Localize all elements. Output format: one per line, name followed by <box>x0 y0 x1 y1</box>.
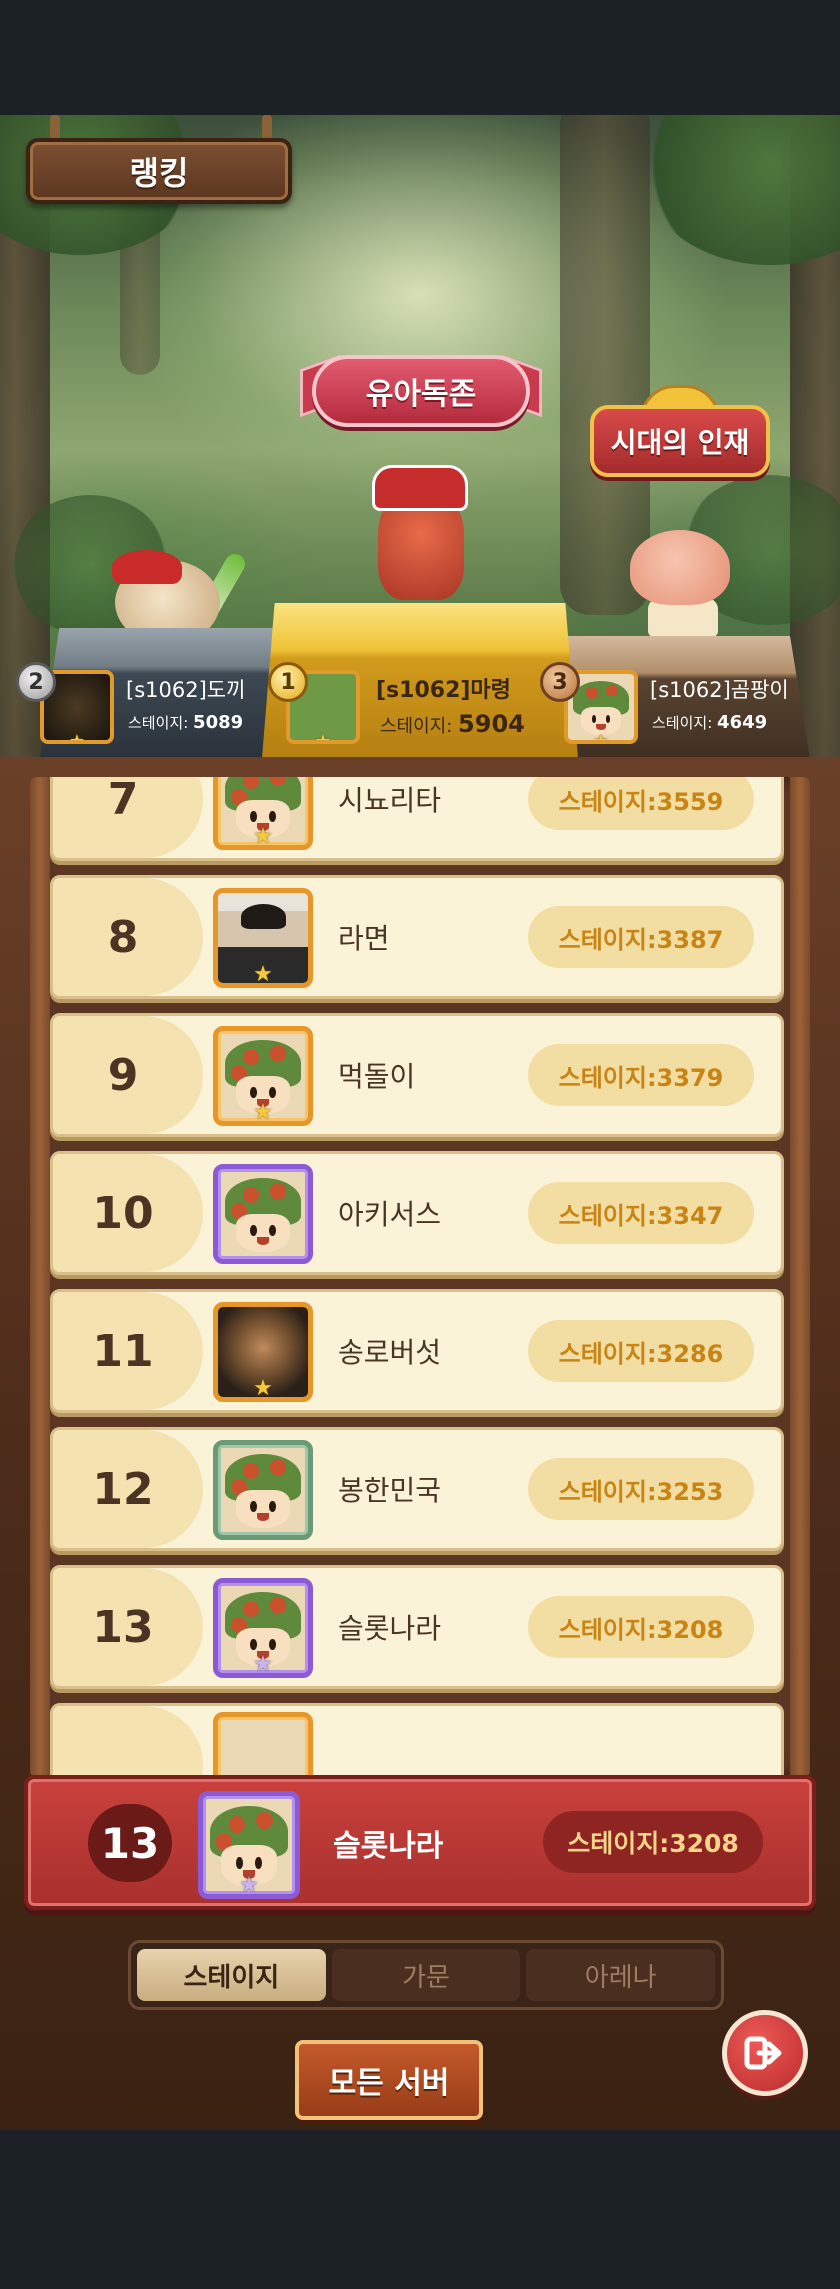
ranking-list-viewport[interactable]: 7 ★ 시뇨리타 스테이지:3559 8 ★ 라면 스테이지:3387 9 ★ … <box>30 777 810 1777</box>
row-name: 봉한민국 <box>338 1474 442 1507</box>
all-server-button[interactable]: 모든 서버 <box>295 2040 483 2120</box>
character-rank3 <box>630 530 730 605</box>
row-avatar: ★ <box>213 1026 313 1126</box>
star-icon: ★ <box>314 731 332 744</box>
podium-name-3rd: [s1062]곰팡이 <box>650 678 789 702</box>
top-rank-banner-text: 유아독존 <box>365 377 477 412</box>
title-plank: 랭킹 <box>26 138 292 204</box>
podium-stage-label-3rd: 스테이지: <box>652 714 713 732</box>
star-icon: ★ <box>592 731 610 744</box>
podium-plate-3rd[interactable]: 3 ★ [s1062]곰팡이 스테이지: 4649 <box>540 662 820 752</box>
ranking-row[interactable]: 8 ★ 라면 스테이지:3387 <box>50 875 784 999</box>
podium-stage-value-1st: 5904 <box>458 710 525 738</box>
ranking-row[interactable]: 9 ★ 먹돌이 스테이지:3379 <box>50 1013 784 1137</box>
era-talent-banner-text: 시대의 인재 <box>610 426 750 459</box>
row-stage: 스테이지:3559 <box>528 777 754 830</box>
status-bar-area <box>0 0 840 115</box>
star-icon: ★ <box>253 1652 273 1677</box>
row-name: 라면 <box>338 922 390 955</box>
row-avatar: ★ <box>213 1302 313 1402</box>
ranking-row[interactable]: 13 ★ 슬롯나라 스테이지:3208 <box>50 1565 784 1689</box>
podium-plate-1st[interactable]: 1 ★ [s1062]마령 스테이지: 5904 <box>262 662 578 752</box>
star-icon: ★ <box>253 1100 273 1125</box>
podium-plate-2nd[interactable]: 2 ★ [s1062]도끼 스테이지: 5089 <box>16 662 276 752</box>
my-rank: 13 <box>88 1804 172 1882</box>
star-icon: ★ <box>253 962 273 987</box>
row-name: 슬롯나라 <box>338 1612 442 1645</box>
my-rank-row[interactable]: 13 ★ 슬롯나라 스테이지:3208 <box>24 1775 816 1910</box>
my-avatar: ★ <box>198 1791 300 1899</box>
mushroom-icon <box>218 1169 308 1259</box>
row-name: 송로버섯 <box>338 1336 442 1369</box>
rank-badge-1: 1 <box>268 662 308 702</box>
row-rank: 12 <box>92 1463 154 1515</box>
mushroom-icon <box>218 1445 308 1535</box>
santa-hat-icon <box>112 550 182 584</box>
star-icon: ★ <box>253 824 273 849</box>
star-icon: ★ <box>239 1873 259 1898</box>
podium-stage-1st: 스테이지: 5904 <box>380 710 525 738</box>
tab-stage[interactable]: 스테이지 <box>137 1949 326 2001</box>
era-talent-banner: 시대의 인재 <box>590 405 770 477</box>
row-stage: 스테이지:3208 <box>528 1596 754 1658</box>
row-stage: 스테이지:3347 <box>528 1182 754 1244</box>
row-name: 먹돌이 <box>338 1060 416 1093</box>
podium-stage-value-3rd: 4649 <box>717 712 768 733</box>
ranking-frame: 7 ★ 시뇨리타 스테이지:3559 8 ★ 라면 스테이지:3387 9 ★ … <box>0 757 840 2130</box>
row-name: 시뇨리타 <box>338 784 442 817</box>
ranking-row[interactable]: 10 아키서스 스테이지:3347 <box>50 1151 784 1275</box>
podium-stage-3rd: 스테이지: 4649 <box>652 712 767 733</box>
rank-badge-2: 2 <box>16 662 56 702</box>
row-avatar <box>213 1712 313 1777</box>
row-rank: 8 <box>107 911 139 963</box>
row-avatar <box>213 1164 313 1264</box>
row-stage: 스테이지:3286 <box>528 1320 754 1382</box>
tab-arena[interactable]: 아레나 <box>526 1949 716 2001</box>
ranking-row[interactable]: 7 ★ 시뇨리타 스테이지:3559 <box>50 777 784 861</box>
page-title: 랭킹 <box>129 154 189 192</box>
row-stage: 스테이지:3387 <box>528 906 754 968</box>
row-rank: 13 <box>92 1601 154 1653</box>
row-avatar <box>213 1440 313 1540</box>
tab-family[interactable]: 가문 <box>331 1949 521 2001</box>
podium-stage-value-2nd: 5089 <box>193 712 244 733</box>
row-stage: 스테이지:3379 <box>528 1044 754 1106</box>
ranking-tabs: 스테이지 가문 아레나 <box>128 1940 724 2010</box>
row-avatar: ★ <box>213 777 313 850</box>
exit-icon <box>744 2036 782 2070</box>
podium-name-2nd: [s1062]도끼 <box>126 678 246 702</box>
ranking-row[interactable]: 12 봉한민국 스테이지:3253 <box>50 1427 784 1551</box>
podium-name-1st: [s1062]마령 <box>376 678 511 703</box>
row-stage: 스테이지:3253 <box>528 1458 754 1520</box>
podium-stage-2nd: 스테이지: 5089 <box>128 712 243 733</box>
row-rank: 11 <box>92 1325 154 1377</box>
row-avatar: ★ <box>213 888 313 988</box>
my-stage: 스테이지:3208 <box>543 1811 763 1873</box>
my-name: 슬롯나라 <box>333 1828 444 1864</box>
hat-icon <box>372 465 468 511</box>
row-name: 아키서스 <box>338 1198 442 1231</box>
navigation-bar-area <box>0 2130 840 2289</box>
row-rank: 9 <box>107 1049 139 1101</box>
podium-stage-label-1st: 스테이지: <box>380 716 453 737</box>
star-icon: ★ <box>68 731 86 744</box>
rank-badge-3: 3 <box>540 662 580 702</box>
row-avatar: ★ <box>213 1578 313 1678</box>
ranking-row-partial[interactable] <box>50 1703 784 1777</box>
podium-stage-label-2nd: 스테이지: <box>128 714 189 732</box>
star-icon: ★ <box>253 1376 273 1401</box>
top-rank-banner: 유아독존 <box>312 355 530 427</box>
exit-button[interactable] <box>722 2010 808 2096</box>
ranking-row[interactable]: 11 ★ 송로버섯 스테이지:3286 <box>50 1289 784 1413</box>
row-rank: 10 <box>92 1187 154 1239</box>
row-rank: 7 <box>107 777 139 825</box>
